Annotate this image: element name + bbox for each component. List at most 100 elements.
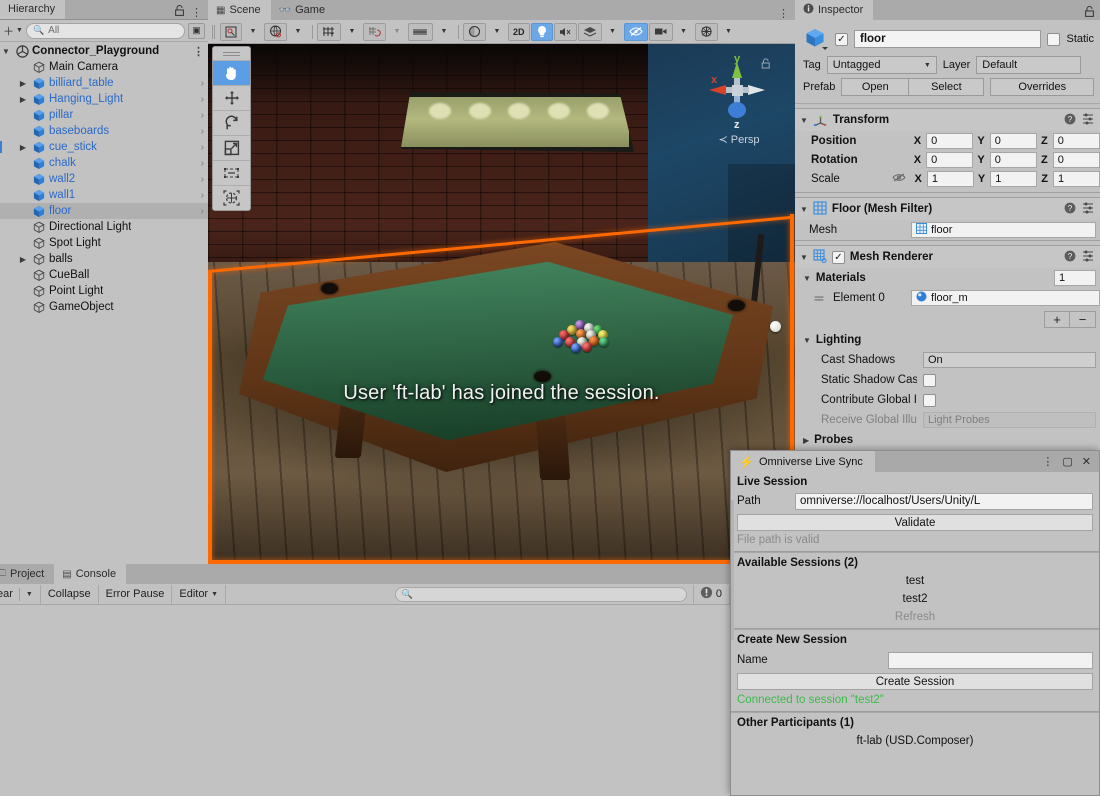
hierarchy-item-wall2[interactable]: wall2 › [0,171,208,187]
mesh-filter-header[interactable]: ▼ Floor (Mesh Filter) ? [795,198,1100,220]
draw-mode-caret[interactable]: ▼ [243,23,263,41]
toggle-2d-button[interactable]: 2D [508,22,530,41]
hierarchy-root-menu-icon[interactable]: ⋮ [193,45,204,58]
fx-button[interactable] [577,22,602,41]
tab-inspector[interactable]: Inspector [795,0,874,20]
hierarchy-item-cueball[interactable]: CueBall [0,267,208,283]
cast-shadows-dropdown[interactable]: On [923,352,1096,368]
hidden-objects-button[interactable] [623,22,648,41]
error-pause-button[interactable]: Error Pause [98,584,173,604]
hierarchy-item-cue-stick[interactable]: ▶ cue_stick › [0,139,208,155]
transform-x-field[interactable]: 1 [926,170,974,187]
chevron-down-icon[interactable]: ▼ [800,253,808,262]
hierarchy-item-billiard-table[interactable]: ▶ billiard_table › [0,75,208,91]
static-shadow-checkbox[interactable] [923,373,936,387]
scene-orientation-gizmo[interactable]: x y z ≺ Persp [701,48,773,146]
constrain-proportions-icon[interactable] [892,172,907,186]
gizmo-sphere-button[interactable] [463,22,486,41]
chevron-down-icon[interactable]: ▼ [803,274,811,283]
add-material-button[interactable]: + [1044,310,1070,328]
chevron-down-icon[interactable]: ▼ [800,205,808,214]
materials-row[interactable]: ▼ Materials 1 [795,268,1100,288]
snap-increment-caret[interactable]: ▼ [434,23,454,41]
prefab-open-button[interactable]: Open [841,78,910,96]
prefab-overrides-button[interactable]: Overrides [990,78,1094,96]
draw-mode-button[interactable] [220,22,242,41]
hierarchy-item-pillar[interactable]: pillar › [0,107,208,123]
tab-omniverse-live-sync[interactable]: ⚡ Omniverse Live Sync [731,451,875,472]
session-item[interactable]: test [737,572,1093,590]
transform-z-field[interactable]: 0 [1052,132,1100,149]
gizmos-visibility-caret[interactable]: ▼ [719,23,739,41]
rect-transform-tool[interactable] [213,160,250,185]
transform-y-field[interactable]: 0 [989,132,1037,149]
prefab-open-chevron-icon[interactable]: › [201,206,204,217]
hierarchy-item-spot-light[interactable]: Spot Light [0,235,208,251]
move-tool[interactable] [213,85,250,110]
object-enabled-checkbox[interactable]: ✓ [835,32,848,46]
tool-palette-grip[interactable] [213,47,250,60]
chevron-down-icon[interactable]: ▼ [0,47,12,56]
clear-dropdown-caret[interactable]: ▼ [26,591,33,598]
object-name-field[interactable]: floor [854,30,1042,48]
collapse-button[interactable]: Collapse [40,584,99,604]
rotate-tool[interactable] [213,110,250,135]
prefab-open-chevron-icon[interactable]: › [201,190,204,201]
hierarchy-item-directional-light[interactable]: Directional Light [0,219,208,235]
transform-y-field[interactable]: 1 [990,170,1038,187]
chevron-down-icon[interactable]: ▼ [800,116,808,125]
prefab-select-button[interactable]: Select [909,78,985,96]
hierarchy-item-gameobject[interactable]: GameObject [0,299,208,315]
gizmos-visibility-button[interactable] [694,22,718,41]
tab-project[interactable]: 🗀 Project [0,564,55,584]
scene-lighting-button[interactable] [530,22,553,41]
help-icon[interactable]: ? [1064,113,1076,128]
transform-x-field[interactable]: 0 [926,151,974,168]
prefab-open-chevron-icon[interactable]: › [201,174,204,185]
omniverse-scroll-indicator[interactable] [731,500,734,640]
prefab-open-chevron-icon[interactable]: › [201,142,204,153]
refresh-button[interactable]: Refresh [737,608,1093,626]
transform-z-field[interactable]: 0 [1052,151,1100,168]
omniverse-close-icon[interactable]: ✕ [1082,455,1091,468]
tab-scene[interactable]: ▦ Scene [208,0,271,20]
prefab-cube-icon[interactable] [803,26,829,52]
grid-axis-button[interactable]: Y [317,22,341,41]
prefab-open-chevron-icon[interactable]: › [201,110,204,121]
console-search-input[interactable]: 🔍 [394,586,687,602]
toolbar-grip[interactable] [212,24,217,39]
gizmo-sphere-caret[interactable]: ▼ [487,23,507,41]
probes-section-row[interactable]: ▶ Probes [795,430,1100,450]
grid-axis-caret[interactable]: ▼ [342,23,362,41]
validate-button[interactable]: Validate [737,514,1093,531]
material-object-field[interactable]: floor_m [911,290,1100,306]
chevron-down-icon[interactable]: ▼ [803,336,811,345]
drag-handle-icon[interactable]: ＝ [813,290,825,307]
fx-caret[interactable]: ▼ [603,23,623,41]
lighting-section-row[interactable]: ▼ Lighting [795,330,1100,350]
hierarchy-item-baseboards[interactable]: baseboards › [0,123,208,139]
session-item[interactable]: test2 [737,590,1093,608]
mesh-object-field[interactable]: floor [911,222,1096,238]
transform-x-field[interactable]: 0 [926,132,974,149]
console-log-list[interactable] [0,605,730,795]
omniverse-maximize-icon[interactable]: ▢ [1062,455,1072,468]
scene-viewport[interactable]: x y z ≺ Persp User 'ft-lab' has joined t… [208,44,795,564]
scene-camera-button[interactable] [648,22,673,41]
hierarchy-root-row[interactable]: ▼ Connector_Playground ⋮ [0,43,208,59]
prefab-open-chevron-icon[interactable]: › [201,158,204,169]
remove-material-button[interactable]: − [1070,310,1096,328]
scene-camera-caret[interactable]: ▼ [674,23,694,41]
materials-count-field[interactable]: 1 [1054,270,1096,286]
chevron-right-icon[interactable]: ▶ [17,95,29,104]
scene-audio-button[interactable] [553,22,577,41]
shading-mode-button[interactable] [264,22,287,41]
hierarchy-item-balls[interactable]: ▶ balls [0,251,208,267]
snap-increment-button[interactable] [408,22,433,41]
grid-snap-button[interactable] [363,22,386,41]
scale-tool[interactable] [213,135,250,160]
clear-button[interactable]: ear ▼ [0,584,41,604]
prefab-open-chevron-icon[interactable]: › [201,94,204,105]
create-menu-button[interactable]: ＋ ▼ [3,23,23,39]
help-icon[interactable]: ? [1064,250,1076,265]
